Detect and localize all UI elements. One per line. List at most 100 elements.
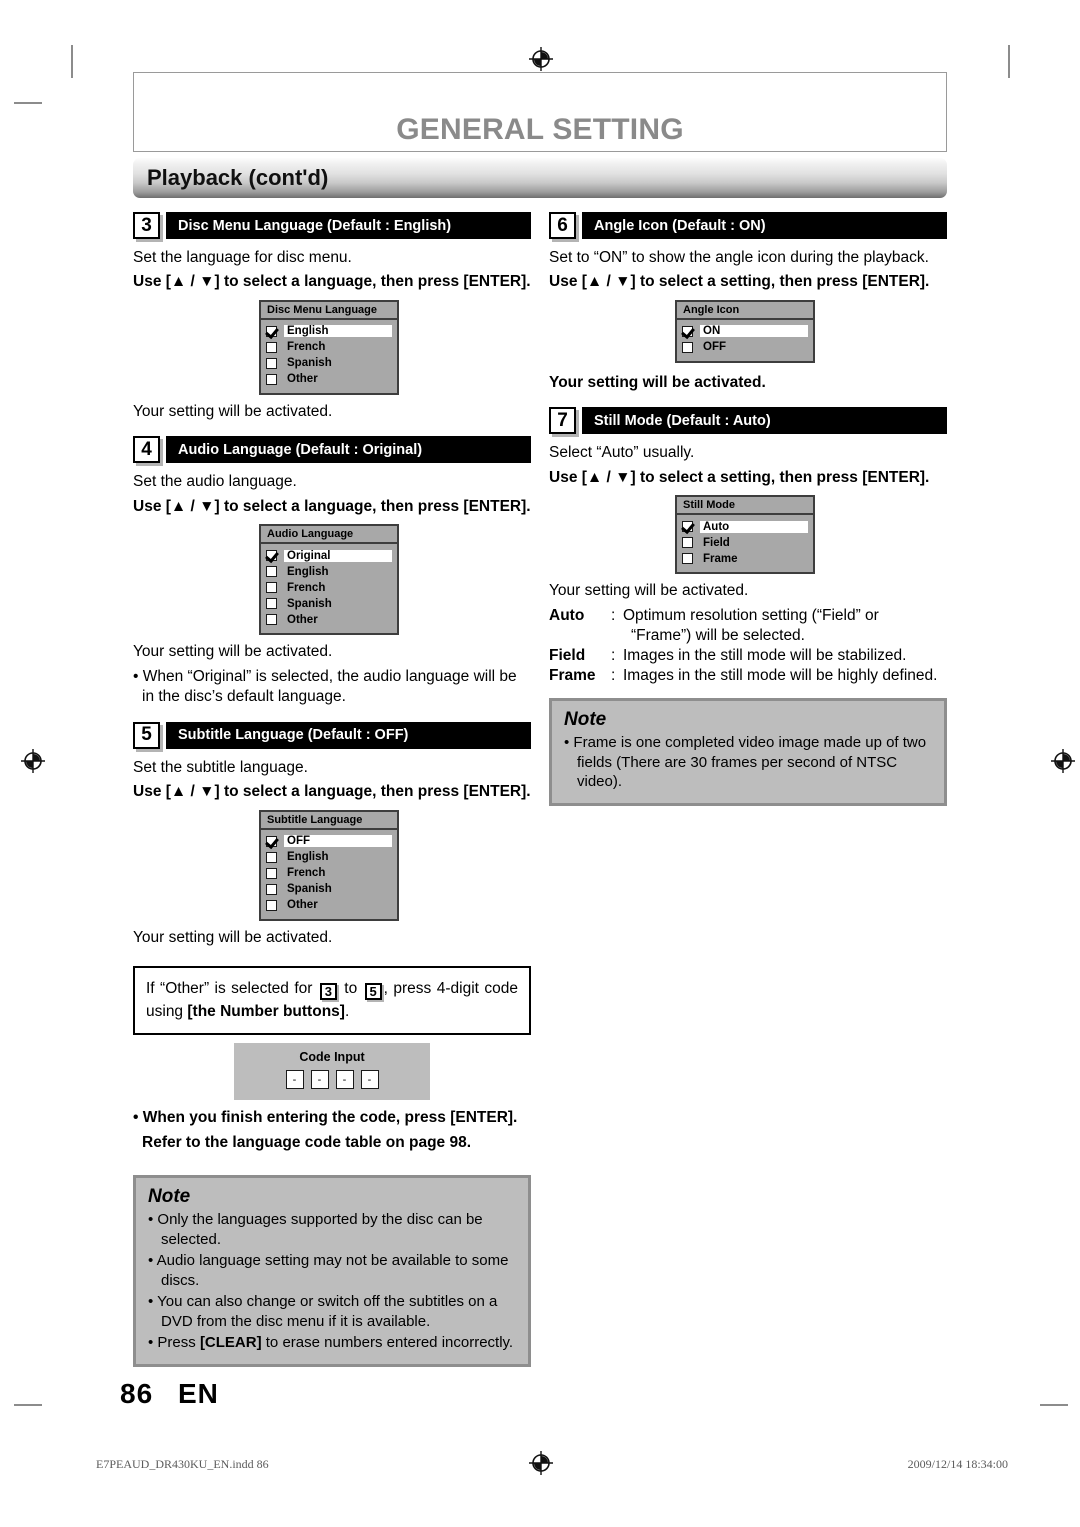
note-item: • Frame is one completed video image mad… bbox=[564, 734, 927, 791]
note-title: Note bbox=[564, 709, 607, 731]
checkbox-unchecked-icon[interactable] bbox=[266, 867, 277, 879]
checkbox-unchecked-icon[interactable] bbox=[682, 341, 693, 353]
step-number-6: 6 bbox=[549, 212, 576, 239]
checkbox-unchecked-icon[interactable] bbox=[266, 598, 277, 610]
osd-option-row[interactable]: Spanish bbox=[266, 356, 392, 371]
osd-option-row[interactable]: English bbox=[266, 850, 392, 865]
checkbox-checked-icon[interactable] bbox=[266, 550, 277, 562]
checkbox-unchecked-icon[interactable] bbox=[266, 582, 277, 594]
step-header-4: 4 Audio Language (Default : Original) bbox=[133, 436, 531, 464]
code-cell[interactable]: - bbox=[360, 1070, 379, 1090]
checkbox-unchecked-icon[interactable] bbox=[266, 373, 277, 385]
osd-option-list: Auto Field Frame bbox=[677, 515, 813, 572]
osd-option-label: French bbox=[287, 341, 326, 354]
checkbox-unchecked-icon[interactable] bbox=[266, 341, 277, 353]
checkbox-checked-icon[interactable] bbox=[682, 521, 693, 533]
checkbox-checked-icon[interactable] bbox=[682, 325, 693, 337]
osd-option-list: ON OFF bbox=[677, 320, 813, 361]
section-bar: Playback (cont'd) bbox=[133, 158, 947, 198]
osd-option-row[interactable]: Field bbox=[682, 535, 808, 550]
osd-option-row[interactable]: Other bbox=[266, 898, 392, 913]
osd-disc-menu-language[interactable]: Disc Menu Language English French Spanis… bbox=[259, 299, 399, 395]
osd-option-label: Auto bbox=[700, 520, 808, 533]
checkbox-unchecked-icon[interactable] bbox=[266, 851, 277, 863]
osd-option-row[interactable]: OFF bbox=[266, 834, 392, 849]
checkbox-unchecked-icon[interactable] bbox=[682, 537, 693, 549]
callout-part4: . bbox=[344, 1003, 350, 1021]
code-cell[interactable]: - bbox=[310, 1070, 329, 1090]
left-column: 3 Disc Menu Language (Default : English)… bbox=[133, 210, 531, 1367]
callout-bold-part: [the Number buttons] bbox=[187, 1003, 345, 1021]
checkbox-unchecked-icon[interactable] bbox=[266, 566, 277, 578]
osd-option-row[interactable]: French bbox=[266, 866, 392, 881]
checkbox-unchecked-icon[interactable] bbox=[266, 883, 277, 895]
manual-page: GENERAL SETTING Playback (cont'd) 3 Disc… bbox=[133, 72, 947, 1367]
osd-option-list: English French Spanish Other bbox=[261, 320, 397, 393]
osd-option-label: Original bbox=[284, 549, 392, 562]
osd-option-row[interactable]: Other bbox=[266, 372, 392, 387]
osd-title: Audio Language bbox=[261, 526, 397, 545]
step4-instruction: Use [▲ / ▼] to select a language, then p… bbox=[133, 497, 531, 515]
osd-option-row[interactable]: Original bbox=[266, 548, 392, 563]
checkbox-unchecked-icon[interactable] bbox=[682, 553, 693, 565]
registration-mark-left bbox=[20, 748, 46, 774]
osd-option-label: Frame bbox=[703, 552, 738, 565]
osd-code-input[interactable]: Code Input - - - - bbox=[234, 1043, 430, 1101]
osd-option-row[interactable]: Auto bbox=[682, 519, 808, 534]
step-header-5: 5 Subtitle Language (Default : OFF) bbox=[133, 721, 531, 749]
osd-option-row[interactable]: Spanish bbox=[266, 882, 392, 897]
step-title-3: Disc Menu Language (Default : English) bbox=[166, 212, 531, 239]
step-number-5: 5 bbox=[133, 721, 160, 749]
osd-option-row[interactable]: ON bbox=[682, 324, 808, 339]
step-title-4: Audio Language (Default : Original) bbox=[166, 436, 531, 464]
step4-description: Set the audio language. bbox=[133, 473, 297, 491]
osd-title: Angle Icon bbox=[677, 302, 813, 320]
note-item: • You can also change or switch off the … bbox=[148, 1293, 498, 1330]
osd-option-row[interactable]: Spanish bbox=[266, 596, 392, 611]
osd-option-label: English bbox=[287, 851, 329, 864]
osd-option-row[interactable]: Other bbox=[266, 612, 392, 627]
osd-option-row[interactable]: OFF bbox=[682, 340, 808, 355]
page-title: GENERAL SETTING bbox=[396, 113, 684, 146]
osd-code-title: Code Input bbox=[299, 1050, 365, 1065]
step4-after-text: Your setting will be activated. bbox=[133, 643, 333, 661]
osd-option-label: English bbox=[287, 565, 329, 578]
osd-option-label: English bbox=[284, 325, 392, 338]
crop-mark-bottom-right-horizontal bbox=[1040, 1404, 1068, 1406]
osd-option-row[interactable]: French bbox=[266, 340, 392, 355]
step7-after-text: Your setting will be activated. bbox=[549, 582, 749, 600]
osd-option-row[interactable]: Frame bbox=[682, 551, 808, 566]
code-cell[interactable]: - bbox=[335, 1070, 354, 1090]
checkbox-checked-icon[interactable] bbox=[266, 835, 277, 847]
osd-title: Subtitle Language bbox=[261, 812, 397, 830]
osd-option-label: Field bbox=[703, 536, 730, 549]
osd-option-row[interactable]: French bbox=[266, 580, 392, 595]
osd-angle-icon[interactable]: Angle Icon ON OFF bbox=[675, 299, 815, 363]
right-column: 6 Angle Icon (Default : ON) Set to “ON” … bbox=[549, 210, 947, 1367]
step5-instruction: Use [▲ / ▼] to select a language, then p… bbox=[133, 783, 531, 801]
checkbox-unchecked-icon[interactable] bbox=[266, 357, 277, 369]
checkbox-checked-icon[interactable] bbox=[266, 325, 277, 337]
checkbox-unchecked-icon[interactable] bbox=[266, 899, 277, 911]
osd-option-label: Spanish bbox=[287, 357, 332, 370]
osd-option-label: Spanish bbox=[287, 883, 332, 896]
code-note-line-2: Refer to the language code table on page… bbox=[142, 1133, 472, 1151]
osd-still-mode[interactable]: Still Mode Auto Field Frame bbox=[675, 495, 815, 575]
osd-audio-language[interactable]: Audio Language Original English French S… bbox=[259, 524, 399, 636]
definition-row-auto: Auto : Optimum resolution setting (“Fiel… bbox=[549, 606, 947, 626]
osd-subtitle-language[interactable]: Subtitle Language OFF English French Spa… bbox=[259, 809, 399, 921]
definition-term: Field bbox=[549, 647, 586, 664]
crop-mark-top-left-vertical bbox=[71, 45, 73, 78]
checkbox-unchecked-icon[interactable] bbox=[266, 614, 277, 626]
callout-part2: to bbox=[344, 979, 358, 997]
code-cell[interactable]: - bbox=[285, 1070, 304, 1090]
osd-option-list: Original English French Spanish Other bbox=[261, 544, 397, 633]
osd-option-label: ON bbox=[700, 325, 808, 338]
step5-description: Set the subtitle language. bbox=[133, 758, 308, 776]
page-language-code: EN bbox=[177, 1378, 219, 1409]
osd-option-row[interactable]: English bbox=[266, 324, 392, 339]
code-cell-group: - - - - bbox=[234, 1070, 430, 1090]
step-header-7: 7 Still Mode (Default : Auto) bbox=[549, 407, 947, 435]
note-box-left: Note • Only the languages supported by t… bbox=[133, 1175, 531, 1367]
osd-option-row[interactable]: English bbox=[266, 564, 392, 579]
